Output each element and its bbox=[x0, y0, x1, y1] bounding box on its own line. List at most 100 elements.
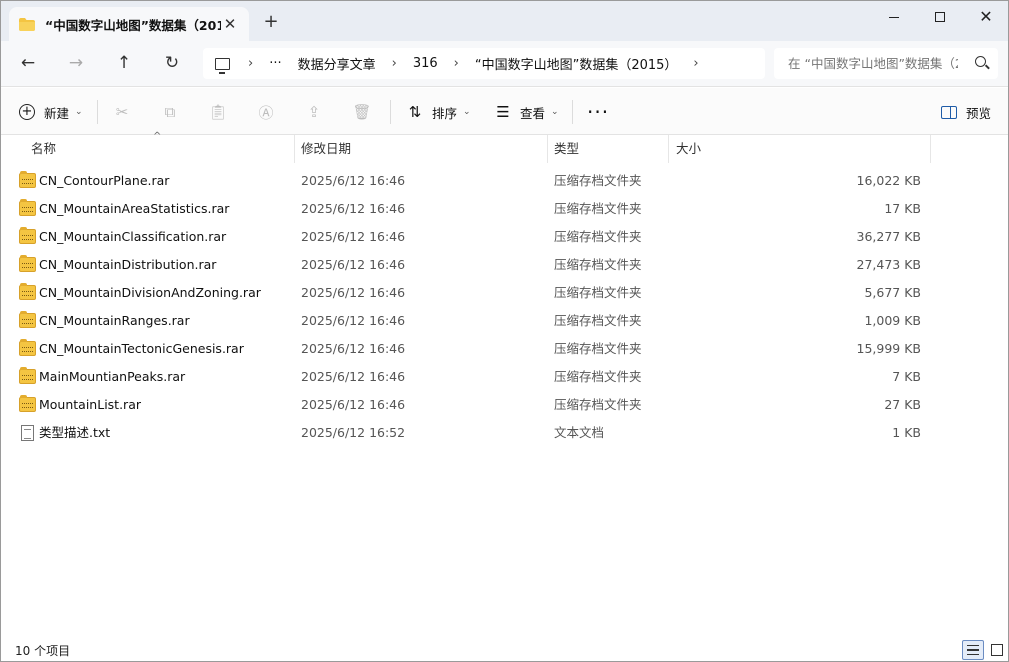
file-row[interactable]: MountainList.rar 2025/6/12 16:46 压缩存档文件夹… bbox=[1, 391, 1008, 419]
file-name: CN_MountainAreaStatistics.rar bbox=[39, 201, 230, 216]
compressed-folder-icon bbox=[19, 199, 36, 216]
column-header-name[interactable]: 名称 bbox=[31, 135, 293, 163]
breadcrumb-item[interactable]: 316 bbox=[413, 56, 438, 71]
column-header-type[interactable]: 类型 bbox=[554, 135, 662, 163]
breadcrumb-overflow[interactable]: ··· bbox=[269, 56, 281, 71]
new-tab-button[interactable]: + bbox=[259, 11, 283, 35]
breadcrumb-separator[interactable]: › bbox=[454, 56, 459, 71]
file-list: CN_ContourPlane.rar 2025/6/12 16:46 压缩存档… bbox=[1, 167, 1008, 447]
file-date: 2025/6/12 16:46 bbox=[301, 201, 406, 216]
address-bar[interactable]: › ··· 数据分享文章 › 316 › “中国数字山地图”数据集（2015） … bbox=[203, 48, 765, 79]
chevron-down-icon: ⌄ bbox=[463, 107, 471, 117]
file-name: CN_MountainTectonicGenesis.rar bbox=[39, 341, 244, 356]
maximize-button[interactable] bbox=[917, 1, 963, 33]
breadcrumb-separator[interactable]: › bbox=[248, 56, 253, 71]
chevron-down-icon: ⌄ bbox=[551, 107, 559, 117]
file-row[interactable]: CN_MountainDivisionAndZoning.rar 2025/6/… bbox=[1, 279, 1008, 307]
forward-button[interactable]: → bbox=[62, 51, 90, 75]
file-name: 类型描述.txt bbox=[39, 425, 111, 440]
compressed-folder-icon bbox=[19, 283, 36, 300]
search-icon[interactable] bbox=[975, 56, 986, 67]
text-document-icon bbox=[21, 425, 34, 441]
file-type: 压缩存档文件夹 bbox=[554, 257, 642, 272]
file-type: 压缩存档文件夹 bbox=[554, 341, 642, 356]
compressed-folder-icon bbox=[19, 311, 36, 328]
tiles-view-button[interactable] bbox=[986, 640, 1008, 660]
column-divider[interactable] bbox=[547, 135, 548, 163]
file-row[interactable]: CN_MountainTectonicGenesis.rar 2025/6/12… bbox=[1, 335, 1008, 363]
refresh-button[interactable]: ↻ bbox=[158, 51, 186, 75]
column-divider[interactable] bbox=[930, 135, 931, 163]
column-header-size[interactable]: 大小 bbox=[676, 135, 926, 163]
compressed-folder-icon bbox=[19, 227, 36, 244]
maximize-icon bbox=[935, 12, 945, 22]
cut-button[interactable]: ✂ bbox=[113, 100, 131, 124]
copy-button[interactable]: ⧉ bbox=[161, 100, 179, 124]
navigation-bar: ← → ↑ ↻ › ··· 数据分享文章 › 316 › “中国数字山地图”数据… bbox=[1, 41, 1008, 87]
file-type: 压缩存档文件夹 bbox=[554, 313, 642, 328]
file-size: 1,009 KB bbox=[864, 313, 921, 328]
file-type: 压缩存档文件夹 bbox=[554, 369, 642, 384]
sort-label: 排序 bbox=[432, 105, 458, 121]
preview-button[interactable]: 预览 bbox=[940, 100, 991, 124]
minimize-icon bbox=[889, 16, 899, 18]
back-button[interactable]: ← bbox=[14, 51, 42, 75]
file-row[interactable]: CN_MountainAreaStatistics.rar 2025/6/12 … bbox=[1, 195, 1008, 223]
tiles-view-icon bbox=[991, 644, 1003, 656]
new-label: 新建 bbox=[44, 105, 70, 121]
tab-current-folder[interactable]: “中国数字山地图”数据集（2015） ✕ bbox=[9, 7, 249, 41]
close-window-button[interactable]: ✕ bbox=[963, 1, 1008, 33]
file-name: CN_MountainDistribution.rar bbox=[39, 257, 217, 272]
copy-icon: ⧉ bbox=[164, 103, 176, 121]
more-options-button[interactable]: ··· bbox=[587, 100, 609, 124]
search-input[interactable] bbox=[788, 56, 958, 71]
new-button[interactable]: + 新建 ⌄ bbox=[18, 100, 83, 124]
minimize-button[interactable] bbox=[871, 1, 917, 33]
sort-button[interactable]: ⇅ 排序 ⌄ bbox=[406, 100, 471, 124]
share-button[interactable]: ⇪ bbox=[305, 100, 323, 124]
preview-pane-icon bbox=[940, 103, 958, 121]
file-name: CN_MountainRanges.rar bbox=[39, 313, 190, 328]
breadcrumb-item[interactable]: 数据分享文章 bbox=[298, 54, 376, 73]
column-divider[interactable] bbox=[668, 135, 669, 163]
item-count: 10 个项目 bbox=[15, 644, 71, 658]
delete-button[interactable]: 🗑︎ bbox=[352, 100, 371, 124]
file-size: 27,473 KB bbox=[856, 257, 921, 272]
rename-icon: Ⓐ bbox=[258, 103, 274, 122]
cut-icon: ✂ bbox=[115, 103, 129, 121]
file-date: 2025/6/12 16:46 bbox=[301, 257, 406, 272]
details-view-button[interactable] bbox=[962, 640, 984, 660]
compressed-folder-icon bbox=[19, 339, 36, 356]
view-button[interactable]: ☰ 查看 ⌄ bbox=[494, 100, 559, 124]
plus-icon: + bbox=[18, 103, 36, 121]
view-list-icon: ☰ bbox=[496, 103, 510, 121]
compressed-folder-icon bbox=[19, 255, 36, 272]
file-row[interactable]: CN_MountainDistribution.rar 2025/6/12 16… bbox=[1, 251, 1008, 279]
breadcrumb-separator[interactable]: › bbox=[693, 56, 698, 71]
up-button[interactable]: ↑ bbox=[110, 51, 138, 75]
file-type: 压缩存档文件夹 bbox=[554, 285, 642, 300]
column-divider[interactable] bbox=[294, 135, 295, 163]
breadcrumb-separator[interactable]: › bbox=[392, 56, 397, 71]
file-name: CN_MountainClassification.rar bbox=[39, 229, 227, 244]
search-box[interactable] bbox=[774, 48, 998, 79]
file-row[interactable]: CN_ContourPlane.rar 2025/6/12 16:46 压缩存档… bbox=[1, 167, 1008, 195]
file-row[interactable]: CN_MountainClassification.rar 2025/6/12 … bbox=[1, 223, 1008, 251]
breadcrumb-item[interactable]: “中国数字山地图”数据集（2015） bbox=[475, 54, 678, 73]
file-size: 27 KB bbox=[884, 397, 921, 412]
tab-close-icon[interactable]: ✕ bbox=[221, 15, 239, 33]
file-row[interactable]: 类型描述.txt 2025/6/12 16:52 文本文档 1 KB bbox=[1, 419, 1008, 447]
compressed-folder-icon bbox=[19, 367, 36, 384]
rename-button[interactable]: Ⓐ bbox=[257, 100, 275, 124]
file-size: 1 KB bbox=[892, 425, 921, 440]
divider bbox=[97, 100, 98, 124]
file-row[interactable]: CN_MountainRanges.rar 2025/6/12 16:46 压缩… bbox=[1, 307, 1008, 335]
paste-button[interactable]: 📋︎ bbox=[208, 100, 228, 124]
file-size: 15,999 KB bbox=[856, 341, 921, 356]
view-label: 查看 bbox=[520, 105, 546, 121]
column-header-row: ^ 名称 修改日期 类型 大小 bbox=[1, 131, 1008, 163]
share-icon: ⇪ bbox=[307, 103, 321, 121]
column-header-date[interactable]: 修改日期 bbox=[301, 135, 541, 163]
paste-icon: 📋︎ bbox=[208, 103, 228, 121]
file-row[interactable]: MainMountianPeaks.rar 2025/6/12 16:46 压缩… bbox=[1, 363, 1008, 391]
